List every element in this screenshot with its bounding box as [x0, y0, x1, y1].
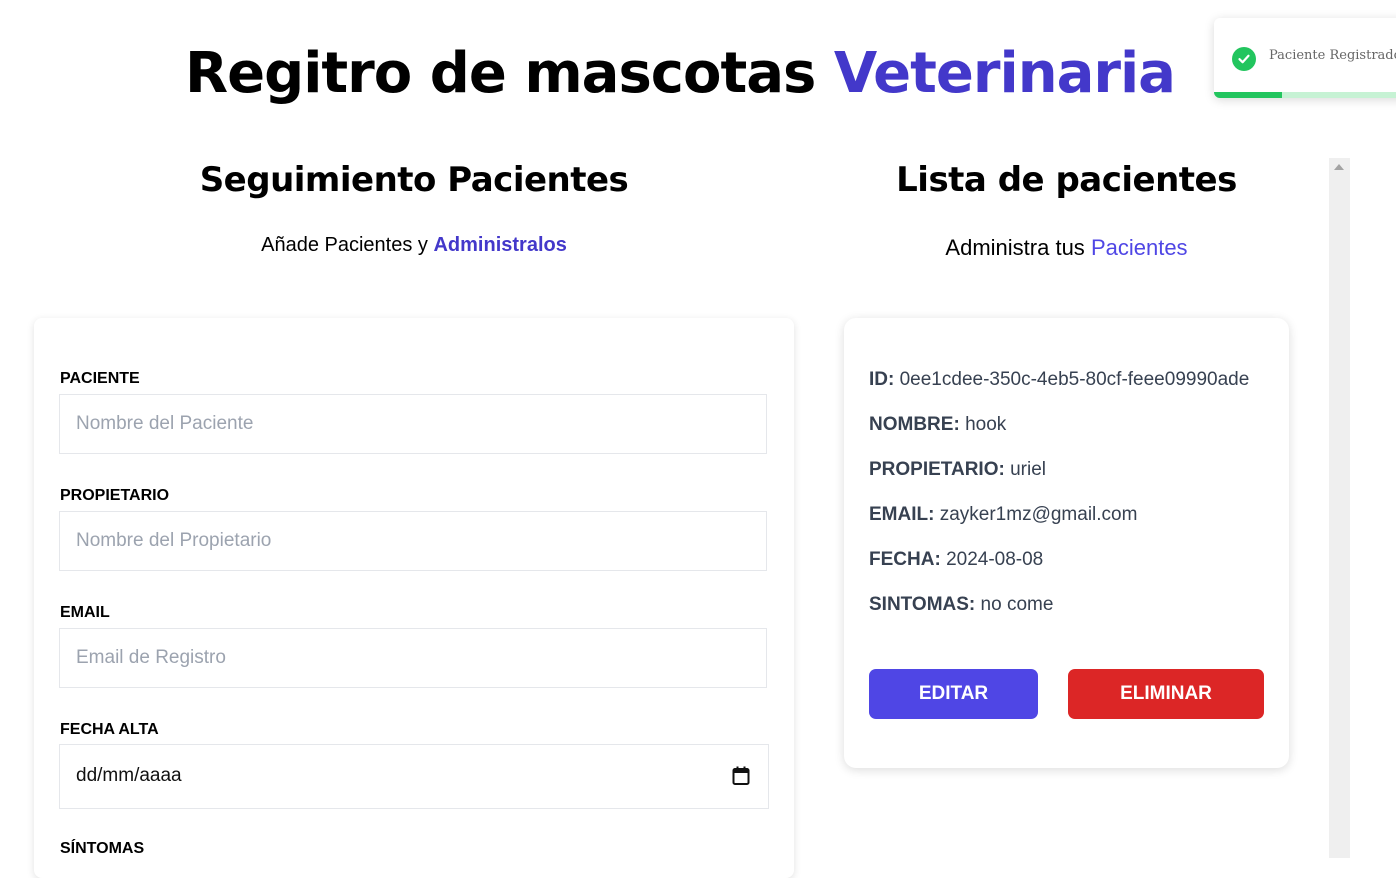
scrollbar[interactable] — [1329, 158, 1350, 858]
propietario-input[interactable] — [59, 511, 767, 571]
form-subtitle-accent: Administralos — [433, 234, 567, 256]
patient-id-value: 0ee1cdee-350c-4eb5-80cf-feee09990ade — [899, 369, 1250, 390]
patient-card: ID: 0ee1cdee-350c-4eb5-80cf-feee09990ade… — [844, 318, 1289, 768]
patient-email-row: EMAIL: zayker1mz@gmail.com — [869, 504, 1137, 526]
fecha-input[interactable]: dd/mm/aaaa — [59, 744, 769, 809]
list-section-subtitle: Administra tus Pacientes — [844, 235, 1289, 261]
patient-date-label: FECHA: — [869, 549, 941, 570]
patient-email-value: zayker1mz@gmail.com — [939, 504, 1138, 525]
patient-owner-label: PROPIETARIO: — [869, 459, 1005, 480]
propietario-label: PROPIETARIO — [60, 487, 170, 504]
delete-button[interactable]: Eliminar — [1068, 669, 1264, 719]
page-title: Regitro de mascotas Veterinaria — [0, 38, 1360, 110]
paciente-input[interactable] — [59, 394, 767, 454]
patient-date-row: FECHA: 2024-08-08 — [869, 549, 1043, 571]
toast-progress-bar — [1214, 92, 1282, 98]
title-main: Regitro de mascotas — [185, 41, 816, 106]
patient-id-row: ID: 0ee1cdee-350c-4eb5-80cf-feee09990ade — [869, 369, 1249, 391]
patient-email-label: EMAIL: — [869, 504, 935, 525]
list-subtitle-plain: Administra tus — [945, 235, 1085, 260]
patient-form: PACIENTE PROPIETARIO EMAIL FECHA ALTA dd… — [34, 318, 794, 878]
patient-owner-value: uriel — [1010, 459, 1047, 480]
form-subtitle-plain: Añade Pacientes y — [261, 234, 428, 256]
scroll-up-arrow-icon[interactable] — [1334, 164, 1344, 170]
patient-symptoms-label: SINTOMAS: — [869, 594, 976, 615]
list-section-title: Lista de pacientes — [896, 160, 1237, 200]
patient-name-label: NOMBRE: — [869, 414, 960, 435]
patient-owner-row: PROPIETARIO: uriel — [869, 459, 1046, 481]
fecha-value: dd/mm/aaaa — [76, 765, 182, 786]
edit-button[interactable]: Editar — [869, 669, 1038, 719]
email-label: EMAIL — [60, 604, 110, 621]
list-subtitle-accent: Pacientes — [1090, 235, 1188, 260]
fecha-label: FECHA ALTA — [60, 721, 159, 738]
patient-date-value: 2024-08-08 — [946, 549, 1044, 570]
patient-id-label: ID: — [869, 369, 895, 390]
patient-symptoms-value: no come — [980, 594, 1054, 615]
check-circle-icon — [1232, 47, 1256, 71]
toast-progress-track — [1214, 92, 1396, 98]
paciente-label: PACIENTE — [60, 370, 140, 387]
title-accent: Veterinaria — [833, 41, 1176, 106]
form-section-title: Seguimiento Pacientes — [199, 160, 629, 200]
calendar-icon[interactable] — [732, 766, 750, 790]
form-section-subtitle: Añade Pacientes y Administralos — [34, 234, 794, 257]
success-toast[interactable]: Paciente Registrado C — [1214, 18, 1396, 98]
patient-name-value: hook — [965, 414, 1007, 435]
patient-symptoms-row: SINTOMAS: no come — [869, 594, 1053, 616]
email-input[interactable] — [59, 628, 767, 688]
patient-name-row: NOMBRE: hook — [869, 414, 1006, 436]
sintomas-label: SÍNTOMAS — [60, 840, 145, 857]
toast-message: Paciente Registrado C — [1269, 48, 1396, 63]
